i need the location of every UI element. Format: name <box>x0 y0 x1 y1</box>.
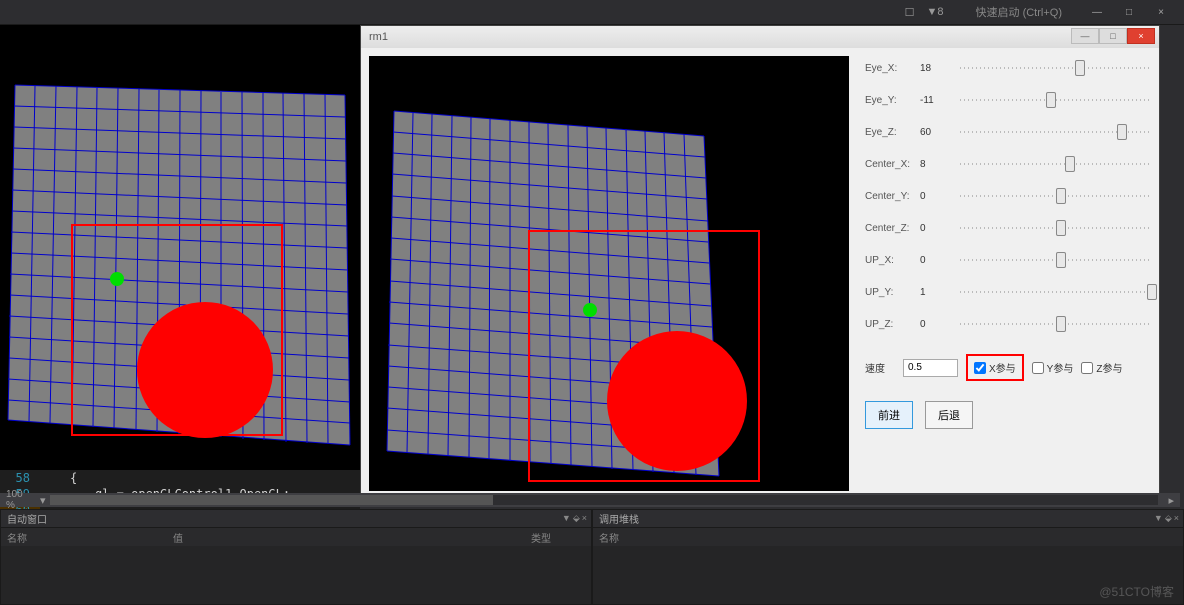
slider-track[interactable] <box>960 92 1151 108</box>
opengl-view-right <box>369 56 849 491</box>
slider-label: Eye_Y: <box>865 95 920 106</box>
slider-value: 0 <box>920 255 950 266</box>
slider-track[interactable] <box>960 284 1151 300</box>
slider-value: 0 <box>920 319 950 330</box>
slider-track[interactable] <box>960 220 1151 236</box>
panel-close-icon[interactable]: × <box>582 513 587 524</box>
slider-thumb[interactable] <box>1056 188 1066 204</box>
slider-thumb[interactable] <box>1075 60 1085 76</box>
col-value: 值 <box>167 530 203 545</box>
slider-label: Eye_Z: <box>865 127 920 138</box>
slider-value: -11 <box>920 95 950 106</box>
ide-titlebar: ☐ ▼8 快速启动 (Ctrl+Q) — □ × <box>0 0 1184 25</box>
notification-icon[interactable]: ☐ <box>905 6 915 19</box>
ide-maximize[interactable]: □ <box>1114 3 1144 21</box>
panel-pin-icon[interactable]: ⬙ <box>1165 513 1172 524</box>
slider-track[interactable] <box>960 316 1151 332</box>
panel-dropdown-icon[interactable]: ▼ <box>1154 513 1163 524</box>
col-type: 类型 <box>525 530 591 545</box>
backward-button[interactable]: 后退 <box>925 401 973 429</box>
flag-icon[interactable]: ▼8 <box>927 6 944 18</box>
slider-value: 0 <box>920 223 950 234</box>
callstack-panel: 调用堆栈 ▼⬙× 名称 <box>592 509 1184 605</box>
check-z[interactable] <box>1081 362 1093 374</box>
controls-panel: Eye_X:18 Eye_Y:-11 Eye_Z:60 Center_X:8 Cente… <box>857 48 1159 496</box>
slider-track[interactable] <box>960 156 1151 172</box>
scene-left <box>0 25 360 470</box>
form-minimize[interactable]: — <box>1071 28 1099 44</box>
form-close[interactable]: × <box>1127 28 1155 44</box>
slider-value: 18 <box>920 63 950 74</box>
slider-label: Center_X: <box>865 159 920 170</box>
watermark: @51CTO博客 <box>1099 583 1174 600</box>
form-titlebar[interactable]: rm1 — □ × <box>361 26 1159 48</box>
slider-value: 60 <box>920 127 950 138</box>
editor-scrollbar: 100 % ▾ ▸ <box>0 493 1180 507</box>
slider-thumb[interactable] <box>1117 124 1127 140</box>
callstack-tab[interactable]: 调用堆栈 <box>599 511 639 526</box>
slider-label: Center_Y: <box>865 191 920 202</box>
slider-value: 0 <box>920 191 950 202</box>
slider-label: UP_X: <box>865 255 920 266</box>
slider-label: Center_Z: <box>865 223 920 234</box>
slider-thumb[interactable] <box>1056 316 1066 332</box>
bottom-panels: 自动窗口 ▼⬙× 名称 值 类型 调用堆栈 ▼⬙× 名称 <box>0 509 1184 605</box>
check-x[interactable] <box>974 362 986 374</box>
slider-track[interactable] <box>960 60 1151 76</box>
form-maximize[interactable]: □ <box>1099 28 1127 44</box>
speed-input[interactable] <box>903 359 958 377</box>
speed-label: 速度 <box>865 360 895 375</box>
slider-label: UP_Z: <box>865 319 920 330</box>
col-name: 名称 <box>1 530 47 545</box>
scroll-track[interactable] <box>50 495 1159 505</box>
panel-pin-icon[interactable]: ⬙ <box>573 513 580 524</box>
slider-label: Eye_X: <box>865 63 920 74</box>
slider-thumb[interactable] <box>1056 220 1066 236</box>
slider-thumb[interactable] <box>1046 92 1056 108</box>
scene-right <box>369 56 849 491</box>
slider-value: 8 <box>920 159 950 170</box>
slider-value: 1 <box>920 287 950 298</box>
slider-track[interactable] <box>960 124 1151 140</box>
zoom-level[interactable]: 100 % <box>0 489 40 511</box>
panel-close-icon[interactable]: × <box>1174 513 1179 524</box>
slider-label: UP_Y: <box>865 287 920 298</box>
slider-thumb[interactable] <box>1056 252 1066 268</box>
scroll-thumb[interactable] <box>50 495 494 505</box>
quick-launch[interactable]: 快速启动 (Ctrl+Q) <box>976 4 1062 20</box>
slider-track[interactable] <box>960 188 1151 204</box>
slider-thumb[interactable] <box>1065 156 1075 172</box>
opengl-view-left <box>0 25 360 470</box>
col-name: 名称 <box>593 530 639 545</box>
autos-tab[interactable]: 自动窗口 <box>7 511 47 526</box>
form-window: rm1 — □ × Eye <box>360 25 1160 495</box>
ide-close[interactable]: × <box>1146 3 1176 21</box>
forward-button[interactable]: 前进 <box>865 401 913 429</box>
form-title: rm1 <box>369 31 388 43</box>
check-y[interactable] <box>1032 362 1044 374</box>
slider-track[interactable] <box>960 252 1151 268</box>
ide-minimize[interactable]: — <box>1082 3 1112 21</box>
autos-panel: 自动窗口 ▼⬙× 名称 值 类型 <box>0 509 592 605</box>
panel-dropdown-icon[interactable]: ▼ <box>562 513 571 524</box>
slider-thumb[interactable] <box>1147 284 1157 300</box>
